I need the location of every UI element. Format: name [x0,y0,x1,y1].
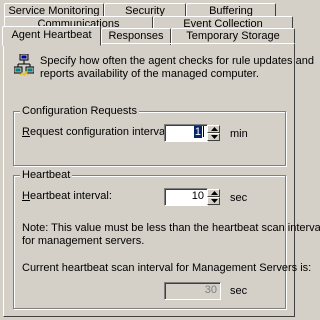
heartbeat-note-line1: Note: This value must be less than the h… [22,222,320,234]
spin-down-arrow-icon [211,199,218,203]
spin-down-arrow-icon [211,135,218,139]
heartbeat-title: Heartbeat [20,168,73,182]
request-interval-label-rest: equest configuration interval: [29,126,171,138]
configuration-requests-title: Configuration Requests [20,104,139,118]
heartbeat-note-line2: for management servers. [22,235,145,247]
heartbeat-group: Heartbeat Heartbeat interval: 10 sec Not… [13,168,320,309]
request-interval-value: 1 [193,126,202,138]
configuration-requests-group: Configuration Requests Request configura… [13,104,286,166]
request-interval-up-button[interactable] [207,125,220,133]
heartbeat-interval-up-button[interactable] [207,189,220,197]
request-interval-label: Request configuration interval: [22,126,171,139]
heartbeat-interval-label-accel: H [22,190,30,202]
request-interval-field[interactable]: 1 [164,124,208,142]
spin-up-arrow-icon [211,127,218,131]
heartbeat-interval-field[interactable]: 10 [164,188,208,206]
spin-up-arrow-icon [211,191,218,195]
heartbeat-interval-unit: sec [230,192,248,204]
request-interval-spinner[interactable]: 1 [164,124,220,142]
current-scan-interval-label: Current heartbeat scan interval for Mana… [22,262,312,274]
request-interval-unit: min [230,128,248,140]
heartbeat-interval-label-rest: eartbeat interval: [29,190,112,202]
intro-text-line1: Specify how often the agent checks for r… [40,55,314,67]
tab-agent-heartbeat[interactable]: Agent Heartbeat [2,26,101,46]
heartbeat-interval-spinner[interactable]: 10 [164,188,220,206]
request-interval-label-accel: R [22,126,30,138]
intro-text-line2: reports availability of the managed comp… [40,68,259,80]
current-scan-interval-field: 30 [164,282,221,300]
request-interval-down-button[interactable] [207,133,220,141]
heartbeat-network-icon [14,54,34,76]
current-scan-interval-unit: sec [230,285,248,297]
current-scan-interval-field-wrap: 30 [164,282,221,300]
heartbeat-interval-label: Heartbeat interval: [22,190,112,203]
heartbeat-interval-down-button[interactable] [207,197,220,205]
agent-heartbeat-page: Specify how often the agent checks for r… [3,43,320,317]
